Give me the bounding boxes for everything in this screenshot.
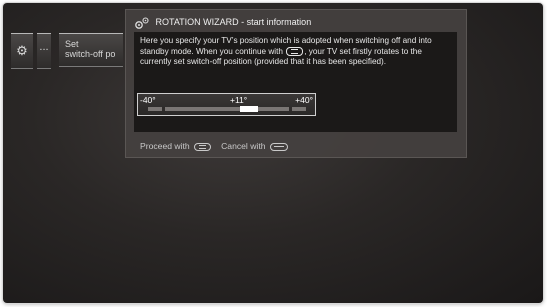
wizard-title-bar: ROTATION WIZARD - start information — [134, 14, 311, 30]
cancel-button[interactable]: Cancel with — [221, 141, 288, 151]
wizard-title: ROTATION WIZARD - start information — [155, 17, 312, 27]
tv-screen: ⚙ ... Set switch-off po ROTATION WIZARD … — [3, 3, 543, 303]
setting-label-line1: Set — [65, 39, 79, 49]
settings-gear-tile[interactable]: ⚙ — [11, 33, 33, 69]
gear-icon: ⚙ — [16, 43, 28, 58]
more-tile[interactable]: ... — [37, 33, 51, 69]
rotation-position-slider[interactable]: -40° +11° +40° — [137, 93, 316, 116]
back-key-icon — [269, 142, 288, 151]
proceed-button[interactable]: Proceed with — [140, 141, 212, 151]
slider-track — [148, 106, 306, 112]
slider-track-gap-right — [289, 107, 292, 111]
proceed-label: Proceed with — [140, 141, 190, 151]
slider-track-gap-left — [162, 107, 165, 111]
cancel-label: Cancel with — [221, 141, 266, 151]
forward-key-icon — [194, 142, 212, 151]
forward-key-icon — [286, 46, 304, 56]
set-switch-off-position-tile[interactable]: Set switch-off po — [59, 33, 123, 67]
slider-min-label: -40° — [140, 95, 156, 105]
wizard-info-text: Here you specify your TV’s position whic… — [140, 36, 454, 68]
slider-max-label: +40° — [295, 95, 313, 105]
rotation-wizard-dialog: ROTATION WIZARD - start information Here… — [125, 9, 467, 158]
slider-current-label: +11° — [230, 95, 248, 105]
wizard-content-panel: Here you specify your TV’s position whic… — [134, 32, 457, 132]
setting-label-line2: switch-off po — [65, 49, 116, 59]
more-dots: ... — [39, 41, 49, 53]
gears-icon — [135, 17, 149, 29]
wizard-footer: Proceed with Cancel with — [140, 141, 288, 151]
slider-thumb[interactable] — [240, 106, 258, 112]
